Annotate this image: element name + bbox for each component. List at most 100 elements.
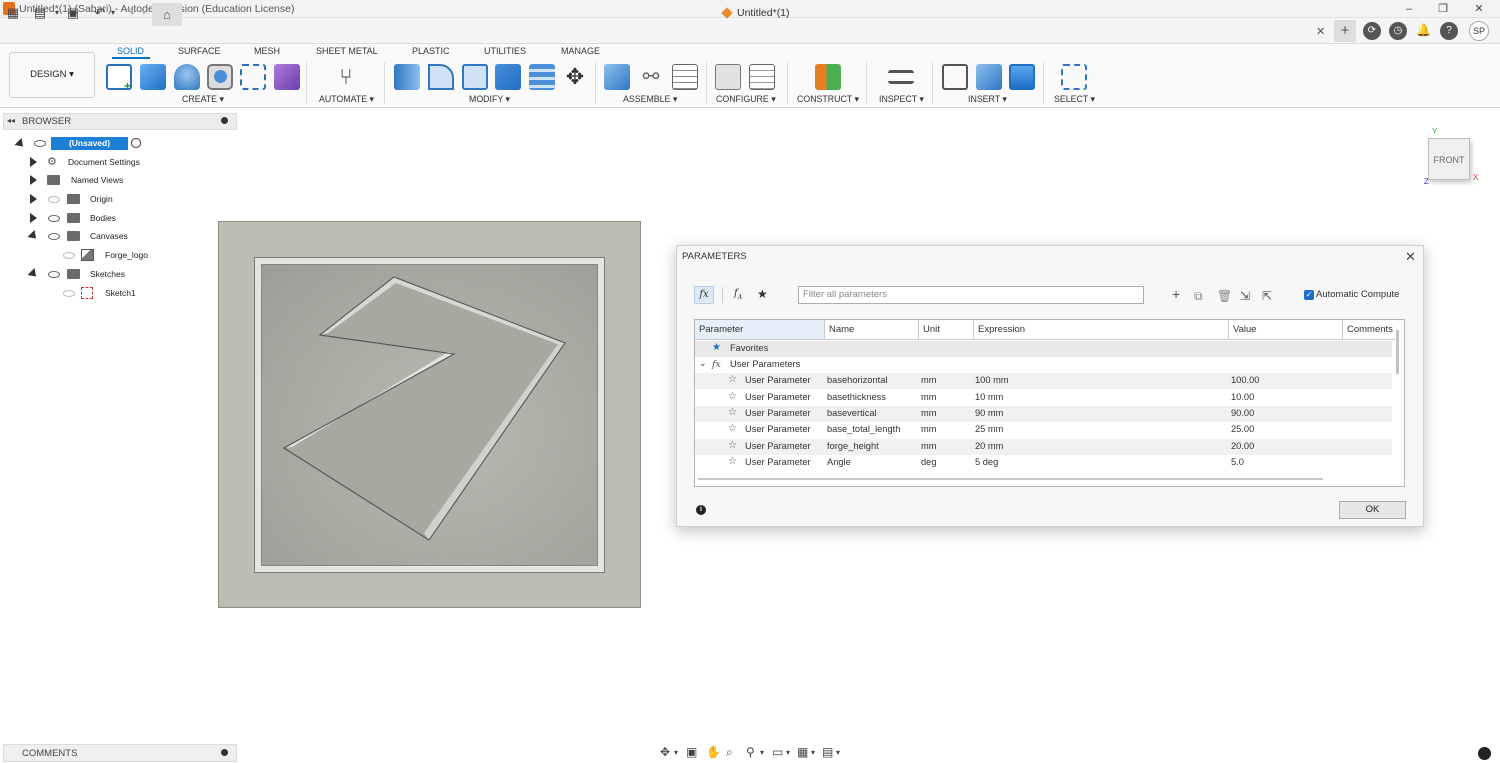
tree-item-forge-logo[interactable]: Forge_logo — [60, 247, 230, 265]
close-dialog-icon[interactable]: ✕ — [1405, 249, 1416, 265]
joint-icon[interactable]: ⚯ — [638, 64, 664, 90]
configure-menu[interactable]: CONFIGURE ▾ — [716, 94, 776, 105]
close-window-button[interactable]: ✕ — [1464, 1, 1494, 17]
visibility-eye-icon[interactable] — [48, 233, 60, 240]
row-expression[interactable]: 20 mm — [975, 441, 1003, 451]
grid-icon[interactable]: ▦ — [797, 745, 808, 759]
revolve-icon[interactable] — [174, 64, 200, 90]
horizontal-scrollbar[interactable] — [698, 478, 1323, 480]
zoom-chevron-icon[interactable]: ▾ — [760, 748, 764, 757]
visibility-eye-icon[interactable] — [48, 196, 60, 203]
tab-sheet-metal[interactable]: SHEET METAL — [316, 46, 378, 56]
configuration-table-icon[interactable] — [749, 64, 775, 90]
tab-solid[interactable]: SOLID — [117, 46, 144, 56]
extensions-icon[interactable]: ⟳ — [1363, 22, 1381, 40]
orbit-icon[interactable]: ✥ — [660, 745, 670, 759]
comments-pin-icon[interactable] — [221, 749, 228, 756]
pattern-icon[interactable] — [240, 64, 266, 90]
import-parameters-icon[interactable]: ⇲ — [1240, 289, 1250, 303]
insert-mesh-icon[interactable] — [976, 64, 1002, 90]
save-icon[interactable]: ▣ — [63, 3, 83, 23]
document-tab[interactable]: Untitled*(1) — [737, 7, 790, 19]
orbit-chevron-icon[interactable]: ▾ — [674, 748, 678, 757]
insert-derive-icon[interactable] — [942, 64, 968, 90]
favorite-star-outline-icon[interactable]: ☆ — [728, 440, 737, 451]
tree-item-bodies[interactable]: Bodies — [30, 210, 230, 228]
column-header-value[interactable]: Value — [1229, 320, 1343, 340]
pan-hand-icon[interactable]: ✋ — [706, 745, 721, 759]
tree-item-canvases[interactable]: Canvases — [27, 228, 230, 246]
viewcube[interactable]: FRONT — [1428, 138, 1470, 180]
tab-plastic[interactable]: PLASTIC — [412, 46, 450, 56]
model-params-filter-icon[interactable]: fA — [734, 288, 742, 301]
row-expression[interactable]: 5 deg — [975, 457, 998, 467]
tree-item-sketch1[interactable]: Sketch1 — [60, 285, 230, 303]
favorite-star-outline-icon[interactable]: ☆ — [728, 407, 737, 418]
expand-icon[interactable] — [30, 194, 37, 204]
new-tab-plus-icon[interactable]: + — [1334, 20, 1356, 42]
column-header-unit[interactable]: Unit — [919, 320, 974, 340]
tree-item-document-settings[interactable]: ⚙ Document Settings — [30, 154, 230, 172]
select-box-icon[interactable] — [1061, 64, 1087, 90]
column-header-expression[interactable]: Expression — [974, 320, 1229, 340]
delete-parameter-icon[interactable]: 🗑 — [1217, 289, 1232, 303]
tab-utilities[interactable]: UTILITIES — [484, 46, 526, 56]
fx-filter-button[interactable]: fx — [694, 286, 714, 304]
table-row[interactable]: ☆ User Parameter base_total_length mm 25… — [695, 422, 1392, 438]
filter-parameters-input[interactable]: Filter all parameters — [798, 286, 1144, 304]
notifications-bell-icon[interactable]: 🔔 — [1416, 23, 1431, 37]
home-tab[interactable]: ⌂ — [152, 3, 182, 26]
expand-root-icon[interactable] — [14, 137, 27, 151]
measure-icon[interactable] — [888, 70, 914, 84]
browser-pin-icon[interactable] — [221, 117, 228, 124]
new-component-icon[interactable] — [604, 64, 630, 90]
info-icon[interactable]: i — [696, 505, 706, 515]
collapse-icon[interactable] — [27, 229, 40, 243]
column-header-comments[interactable]: Comments — [1343, 320, 1395, 340]
insert-canvas-icon[interactable] — [1009, 64, 1035, 90]
tree-item-named-views[interactable]: Named Views — [30, 172, 230, 190]
extrude-icon[interactable] — [140, 64, 166, 90]
create-menu[interactable]: CREATE ▾ — [182, 94, 224, 105]
display-chevron-icon[interactable]: ▾ — [786, 748, 790, 757]
tab-manage[interactable]: MANAGE — [561, 46, 600, 56]
vertical-scrollbar[interactable] — [1396, 330, 1399, 374]
grid-chevron-icon[interactable]: ▾ — [811, 748, 815, 757]
favorites-filter-star-icon[interactable]: ★ — [757, 287, 768, 301]
add-parameter-icon[interactable]: + — [1172, 286, 1180, 302]
viewports-chevron-icon[interactable]: ▾ — [836, 748, 840, 757]
tab-mesh[interactable]: MESH — [254, 46, 280, 56]
select-menu[interactable]: SELECT ▾ — [1054, 94, 1095, 105]
table-row[interactable]: ☆ User Parameter forge_height mm 20 mm 2… — [695, 439, 1392, 455]
collapse-panel-icon[interactable]: ◂◂ — [7, 116, 15, 125]
table-row[interactable]: ☆ User Parameter basehorizontal mm 100 m… — [695, 373, 1392, 389]
inspect-menu[interactable]: INSPECT ▾ — [879, 94, 924, 105]
row-expression[interactable]: 100 mm — [975, 375, 1009, 385]
help-icon[interactable]: ? — [1440, 22, 1458, 40]
column-header-name[interactable]: Name — [825, 320, 919, 340]
tree-item-sketches[interactable]: Sketches — [27, 266, 230, 284]
table-row[interactable]: ☆ User Parameter basevertical mm 90 mm 9… — [695, 406, 1392, 422]
forge-logo-shape[interactable] — [218, 221, 641, 608]
expand-icon[interactable] — [30, 175, 37, 185]
row-expression[interactable]: 25 mm — [975, 424, 1003, 434]
assemble-menu[interactable]: ASSEMBLE ▾ — [623, 94, 677, 105]
activate-component-icon[interactable] — [131, 138, 141, 148]
configure-icon[interactable] — [715, 64, 741, 90]
favorite-star-outline-icon[interactable]: ☆ — [728, 423, 737, 434]
export-parameters-icon[interactable]: ⇱ — [1262, 289, 1272, 303]
ok-button[interactable]: OK — [1339, 501, 1406, 519]
construct-plane-icon[interactable] — [815, 64, 841, 90]
row-expression[interactable]: 90 mm — [975, 408, 1003, 418]
visibility-eye-icon[interactable] — [63, 290, 75, 297]
expand-icon[interactable] — [30, 213, 37, 223]
automate-menu[interactable]: AUTOMATE ▾ — [319, 94, 374, 105]
favorite-star-outline-icon[interactable]: ☆ — [728, 391, 737, 402]
move-copy-icon[interactable]: ✥ — [562, 64, 588, 90]
close-tab-icon[interactable]: ✕ — [1316, 25, 1325, 38]
tree-item-origin[interactable]: Origin — [30, 191, 230, 209]
restore-button[interactable]: ❐ — [1428, 1, 1458, 17]
table-row[interactable]: ☆ User Parameter basethickness mm 10 mm … — [695, 390, 1392, 406]
automate-icon[interactable]: ⑂ — [333, 64, 359, 90]
combine-icon[interactable] — [495, 64, 521, 90]
